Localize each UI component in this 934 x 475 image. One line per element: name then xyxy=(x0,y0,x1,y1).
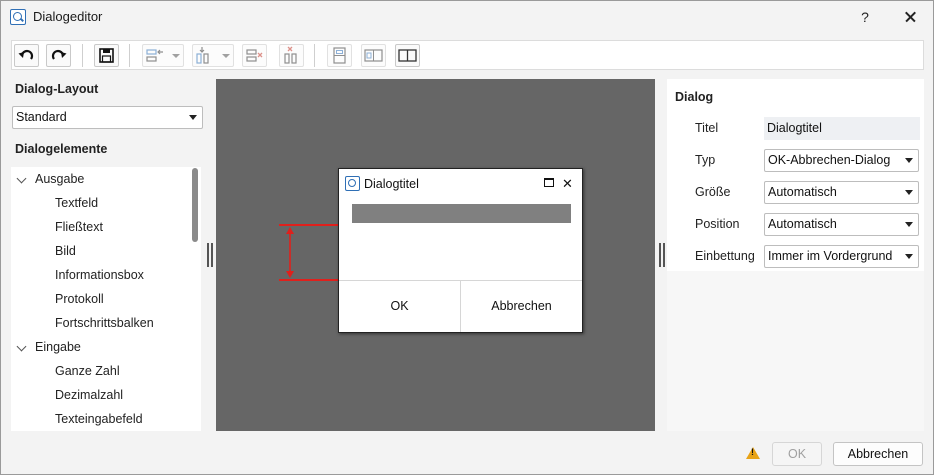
property-label: Größe xyxy=(695,185,731,199)
split-horizontal-icon[interactable] xyxy=(361,44,386,67)
tree-item[interactable]: Protokoll xyxy=(55,288,104,310)
property-select-value: Automatisch xyxy=(768,217,837,231)
elements-heading: Dialogelemente xyxy=(15,142,108,156)
properties-heading: Dialog xyxy=(675,90,714,104)
redo-icon[interactable] xyxy=(46,44,71,67)
help-button[interactable]: ? xyxy=(853,6,877,28)
tree-item[interactable]: Bild xyxy=(55,240,76,262)
align-left-icon[interactable] xyxy=(142,44,184,67)
preview-search-icon xyxy=(345,176,360,191)
warning-mark: ! xyxy=(751,447,754,457)
toolbar-separator xyxy=(82,44,83,67)
preview-button-row: OK Abbrechen xyxy=(339,280,582,332)
tree-category[interactable]: Ausgabe xyxy=(35,168,84,190)
split-vertical-icon[interactable] xyxy=(327,44,352,67)
preview-close-icon: ✕ xyxy=(562,176,573,191)
preview-title: Dialogtitel xyxy=(364,177,419,191)
property-label: Typ xyxy=(695,153,716,167)
preview-ok-button[interactable]: OK xyxy=(339,281,461,332)
tree-item[interactable]: Dezimalzahl xyxy=(55,384,123,406)
remove-column-icon[interactable] xyxy=(279,44,304,67)
property-label: Titel xyxy=(695,121,719,135)
app-search-icon xyxy=(10,9,26,25)
save-icon[interactable] xyxy=(94,44,119,67)
property-select[interactable]: Immer im Vordergrund xyxy=(764,245,919,268)
design-canvas: Dialogtitel ✕ OK Abbrechen xyxy=(216,79,655,431)
window-title: Dialogeditor xyxy=(33,9,103,24)
preview-cancel-button[interactable]: Abbrechen xyxy=(461,281,582,332)
columns-icon[interactable] xyxy=(395,44,420,67)
tree-item[interactable]: Fortschrittsbalken xyxy=(55,312,154,334)
toolbar xyxy=(11,40,924,70)
cancel-button[interactable]: Abbrechen xyxy=(833,442,923,466)
tree-item[interactable]: Ganze Zahl xyxy=(55,360,120,382)
ok-button[interactable]: OK xyxy=(772,442,822,466)
chevron-down-icon xyxy=(905,222,913,227)
tree-item[interactable]: Informationsbox xyxy=(55,264,144,286)
property-select[interactable]: OK-Abbrechen-Dialog xyxy=(764,149,919,172)
property-select-value: OK-Abbrechen-Dialog xyxy=(768,153,891,167)
preview-placeholder-bar[interactable] xyxy=(352,204,571,223)
property-select[interactable]: Automatisch xyxy=(764,181,919,204)
tree-item[interactable]: Fließtext xyxy=(55,216,103,238)
remove-row-icon[interactable] xyxy=(242,44,267,67)
properties-panel: Dialog Titel Dialogtitel Typ OK-Abbrechen-D… xyxy=(667,79,924,271)
chevron-down-icon xyxy=(905,158,913,163)
property-select[interactable]: Automatisch xyxy=(764,213,919,236)
property-label: Einbettung xyxy=(695,249,755,263)
tree-category[interactable]: Eingabe xyxy=(35,336,81,358)
dialog-preview[interactable]: Dialogtitel ✕ OK Abbrechen xyxy=(338,168,583,333)
right-splitter-handle[interactable] xyxy=(659,243,665,267)
property-label: Position xyxy=(695,217,740,231)
tree-scrollbar[interactable] xyxy=(192,168,198,242)
layout-heading: Dialog-Layout xyxy=(15,82,99,96)
property-text-field[interactable]: Dialogtitel xyxy=(764,117,920,140)
left-splitter-handle[interactable] xyxy=(207,243,213,267)
left-panel: Dialog-Layout Standard Dialogelemente Au… xyxy=(11,79,204,431)
chevron-down-icon[interactable] xyxy=(16,341,27,352)
chevron-down-icon xyxy=(905,190,913,195)
properties-empty-area xyxy=(667,271,924,431)
tree-item[interactable]: Textfeld xyxy=(55,192,98,214)
title-bar: Dialogeditor ? xyxy=(1,1,933,33)
property-select-value: Immer im Vordergrund xyxy=(768,249,893,263)
close-icon[interactable] xyxy=(897,6,923,28)
dialog-editor-window: Dialogeditor ? Dialog-Layout Standard Di… xyxy=(0,0,934,475)
chevron-down-icon xyxy=(189,115,197,120)
toolbar-separator xyxy=(314,44,315,67)
distribute-vertical-icon[interactable] xyxy=(192,44,234,67)
chevron-down-icon xyxy=(905,254,913,259)
maximize-icon xyxy=(544,178,554,187)
elements-tree: Ausgabe Textfeld Fließtext Bild Informations… xyxy=(11,167,201,431)
chevron-down-icon[interactable] xyxy=(16,173,27,184)
toolbar-separator xyxy=(129,44,130,67)
layout-select-value: Standard xyxy=(16,110,67,124)
layout-select[interactable]: Standard xyxy=(12,106,203,129)
undo-icon[interactable] xyxy=(14,44,39,67)
tree-item[interactable]: Texteingabefeld xyxy=(55,408,143,430)
property-select-value: Automatisch xyxy=(768,185,837,199)
